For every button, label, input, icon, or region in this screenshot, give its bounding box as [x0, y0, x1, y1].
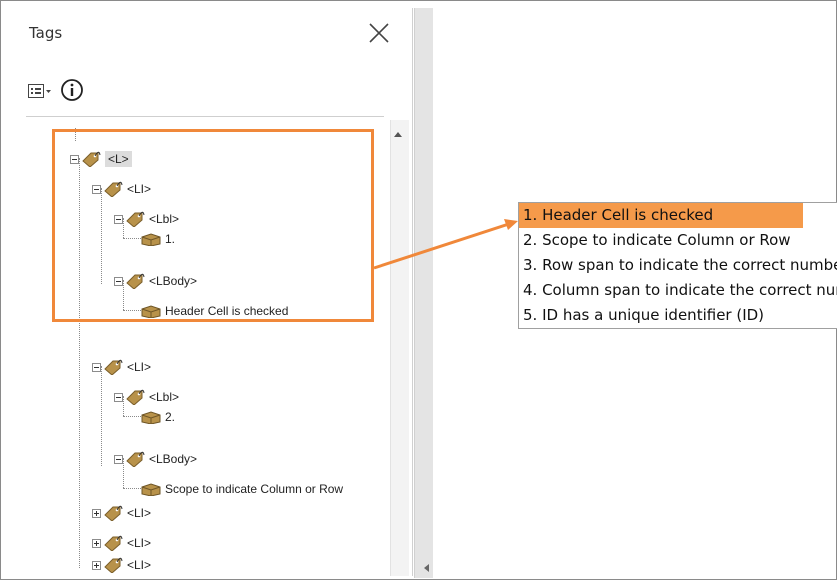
- collapse-icon[interactable]: [114, 392, 123, 402]
- tree-node-label: Scope to indicate Column or Row: [165, 482, 344, 496]
- tag-icon: [104, 505, 123, 521]
- tag-icon: [104, 535, 123, 551]
- tag-icon: [126, 389, 145, 405]
- list-item[interactable]: 4. Column span to indicate the correct n…: [519, 278, 837, 303]
- list-item[interactable]: 5. ID has a unique identifier (ID): [519, 303, 837, 328]
- tree-line: [123, 416, 141, 417]
- collapse-icon[interactable]: [92, 362, 101, 372]
- tree-node-li[interactable]: <LI>: [92, 532, 151, 554]
- document-list: 1. Header Cell is checked 2. Scope to in…: [518, 202, 837, 329]
- tag-icon: [104, 359, 123, 375]
- tree-node-label: <LI>: [127, 558, 152, 572]
- options-menu-button[interactable]: [28, 84, 52, 100]
- collapse-icon[interactable]: [114, 454, 123, 464]
- tag-icon: [104, 557, 123, 573]
- list-item[interactable]: 3. Row span to indicate the correct numb…: [519, 253, 837, 278]
- tree-node-label: <LI>: [127, 360, 152, 374]
- tree-node-label: <LI>: [127, 536, 152, 550]
- tree-scrollbar[interactable]: [390, 120, 409, 576]
- tag-icon: [126, 451, 145, 467]
- highlight-box: [52, 129, 374, 322]
- expand-icon[interactable]: [92, 508, 101, 518]
- tree-node-label: <LI>: [127, 506, 152, 520]
- expand-icon[interactable]: [92, 538, 101, 548]
- pane-splitter[interactable]: [414, 8, 433, 578]
- tree-node-lbody[interactable]: <LBody>: [114, 448, 197, 470]
- close-button[interactable]: [366, 20, 392, 46]
- tree-node-content[interactable]: Scope to indicate Column or Row: [141, 478, 343, 500]
- tree-node-label: <Lbl>: [149, 390, 180, 404]
- tree-line: [123, 488, 141, 489]
- tree-node-li[interactable]: <LI>: [92, 356, 151, 378]
- info-button[interactable]: [60, 78, 84, 102]
- scroll-up-icon[interactable]: [394, 132, 402, 137]
- info-icon: [61, 79, 83, 101]
- close-icon: [369, 23, 389, 43]
- expand-icon[interactable]: [92, 560, 101, 570]
- tree-node-content[interactable]: 2.: [141, 406, 175, 428]
- list-item[interactable]: 2. Scope to indicate Column or Row: [519, 228, 837, 253]
- collapse-left-icon[interactable]: [424, 564, 429, 572]
- options-menu-icon: [28, 84, 51, 98]
- tree-line: [101, 366, 102, 466]
- tree-node-label: <LBody>: [149, 452, 198, 466]
- tree-node-li[interactable]: <LI>: [92, 502, 151, 524]
- tree-node-li[interactable]: <LI>: [92, 554, 151, 576]
- content-box-icon: [141, 411, 161, 424]
- tree-node-label: 2.: [165, 410, 176, 424]
- panel-title: Tags: [29, 24, 63, 42]
- panel-divider: [26, 116, 384, 117]
- list-item[interactable]: 1. Header Cell is checked: [519, 203, 803, 228]
- tree-node-lbl[interactable]: <Lbl>: [114, 386, 179, 408]
- content-box-icon: [141, 483, 161, 496]
